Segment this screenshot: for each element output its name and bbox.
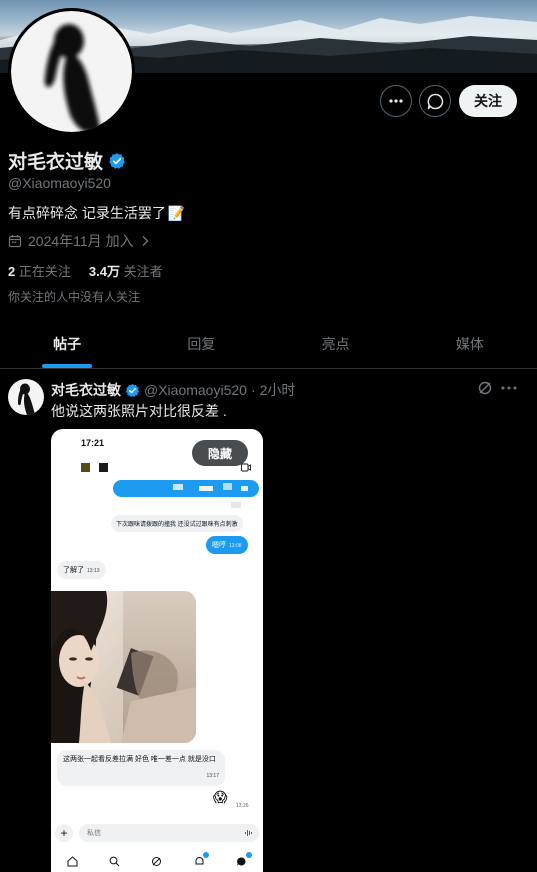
status-time: 17:21 <box>81 438 105 448</box>
verified-icon <box>109 152 125 169</box>
post-author-name[interactable]: 对毛衣过敏 <box>51 380 121 400</box>
post-media-image[interactable]: 17:21 隐藏 下次跟咪请拨跟的撞我 还没试过跟咪有点刺激 嗯哼 13:08 了… <box>51 429 263 872</box>
follow-stats: 2 正在关注 3.4万 关注者 <box>8 261 163 280</box>
post-text: 他说这两张照片对比很反差 . <box>51 403 227 419</box>
tab-highlights[interactable]: 亮点 <box>269 320 403 368</box>
following-link[interactable]: 2 正在关注 <box>8 261 71 280</box>
profile-tabs: 帖子 回复 亮点 媒体 <box>0 320 537 369</box>
message-bubble: 下次跟咪请拨跟的撞我 还没试过跟咪有点刺激 <box>111 515 243 532</box>
bio-text: 有点碎碎念 记录生活罢了 <box>8 205 166 221</box>
mutual-followers-note: 你关注的人中没有人关注 <box>8 290 141 304</box>
voice-icon <box>245 830 252 836</box>
profile-name: 对毛衣过敏 <box>8 152 104 173</box>
message-bubble-in: 这两张一起看反差拉满 好色 唯一差一点 就是没口 13:17 <box>57 750 225 786</box>
post-time[interactable]: 2小时 <box>260 380 296 400</box>
bottom-nav <box>51 851 263 871</box>
blurred-message <box>113 480 259 497</box>
add-attachment-button[interactable]: + <box>55 824 73 842</box>
message-bubble-out: 嗯哼 13:08 <box>206 536 248 554</box>
message-icon <box>427 93 443 109</box>
notifications-icon[interactable] <box>193 852 210 867</box>
message-bubble-in: 了解了 13:13 <box>57 561 106 579</box>
calendar-icon <box>8 235 22 248</box>
profile-handle: @Xiaomaoyi520 <box>8 175 111 191</box>
follow-button[interactable]: 关注 <box>459 85 517 117</box>
chat-photo <box>51 591 196 743</box>
memo-emoji: 📝 <box>167 204 186 221</box>
separator-dot: · <box>250 382 256 398</box>
chevron-right-icon <box>142 236 149 246</box>
post-author-avatar[interactable] <box>8 379 44 415</box>
post-author-handle[interactable]: @Xiaomaoyi520 <box>144 382 247 398</box>
home-icon[interactable] <box>66 855 78 867</box>
message-time: 13:26 <box>236 803 249 809</box>
profile-name-row: 对毛衣过敏 <box>8 147 126 174</box>
dm-composer: + 私信 <box>55 823 259 843</box>
grok-icon[interactable] <box>477 380 493 396</box>
joined-date[interactable]: 2024年11月 加入 <box>8 231 150 251</box>
tab-posts[interactable]: 帖子 <box>0 320 134 368</box>
dm-input[interactable]: 私信 <box>79 824 259 842</box>
shocked-emoji: 😱 <box>213 789 228 805</box>
more-options-button[interactable] <box>380 85 412 117</box>
messages-icon[interactable] <box>236 852 252 867</box>
video-call-icon <box>241 463 251 472</box>
post-header: 对毛衣过敏 @Xiaomaoyi520 · 2小时 <box>51 380 295 400</box>
grok-icon[interactable] <box>151 855 163 867</box>
color-square <box>81 463 90 472</box>
blur-block <box>231 502 241 508</box>
hide-media-button[interactable]: 隐藏 <box>192 440 248 466</box>
color-square <box>99 463 108 472</box>
profile-avatar[interactable] <box>8 8 135 135</box>
message-button[interactable] <box>419 85 451 117</box>
more-icon <box>501 386 517 390</box>
post-more-button[interactable] <box>499 379 519 397</box>
more-icon <box>389 99 403 103</box>
followers-link[interactable]: 3.4万 关注者 <box>89 261 163 280</box>
search-icon[interactable] <box>109 855 121 867</box>
profile-bio: 有点碎碎念 记录生活罢了 📝 <box>8 203 185 223</box>
verified-icon <box>126 383 139 397</box>
tab-media[interactable]: 媒体 <box>403 320 537 368</box>
tab-replies[interactable]: 回复 <box>134 320 268 368</box>
joined-text: 2024年11月 加入 <box>28 233 134 249</box>
